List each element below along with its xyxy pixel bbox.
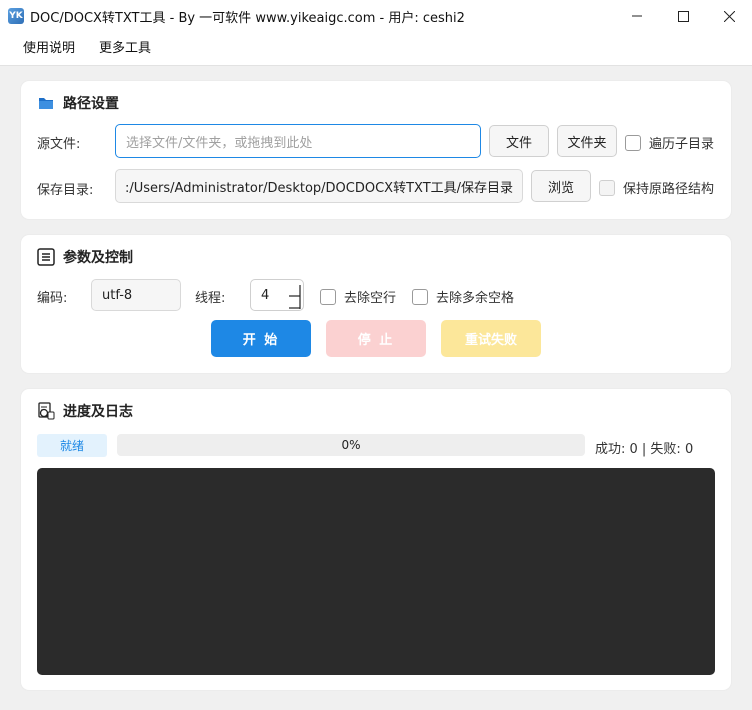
- path-settings-title-text: 路径设置: [63, 96, 119, 112]
- status-badge: 就绪: [37, 434, 107, 457]
- progress-title: 进度及日志: [37, 401, 133, 421]
- remove-extra-spaces-label: 去除多余空格: [436, 291, 515, 306]
- title-bar: YK DOC/DOCX转TXT工具 - By 一可软件 www.yikeaigc…: [0, 0, 752, 32]
- keep-structure-checkbox[interactable]: 保持原路径结构: [599, 178, 714, 197]
- menu-bar: 使用说明 更多工具: [0, 32, 752, 66]
- progress-text: 0%: [341, 438, 361, 452]
- browse-button[interactable]: 浏览: [531, 170, 591, 202]
- threads-spinbox[interactable]: 4: [250, 279, 304, 311]
- menu-item-more-tools[interactable]: 更多工具: [87, 32, 163, 66]
- log-panel[interactable]: [37, 468, 715, 675]
- path-settings-card: 路径设置 源文件: 选择文件/文件夹，或拖拽到此处 文件 文件夹 遍历子目录 保…: [21, 81, 731, 219]
- threads-label: 线程:: [195, 291, 226, 306]
- source-input[interactable]: 选择文件/文件夹，或拖拽到此处: [115, 124, 481, 158]
- params-title: 参数及控制: [37, 247, 133, 267]
- minimize-icon: [632, 15, 642, 17]
- recursive-checkbox-box: [625, 134, 641, 151]
- log-search-icon: [37, 402, 55, 420]
- remove-extra-spaces-checkbox[interactable]: 去除多余空格: [412, 287, 514, 306]
- recursive-checkbox-label: 遍历子目录: [649, 137, 715, 152]
- result-summary: 成功: 0 | 失败: 0: [595, 442, 694, 457]
- keep-structure-checkbox-label: 保持原路径结构: [623, 182, 715, 197]
- remove-extra-spaces-box: [412, 288, 428, 305]
- remove-blank-lines-checkbox[interactable]: 去除空行: [320, 287, 396, 306]
- close-button[interactable]: [706, 0, 752, 32]
- encoding-label: 编码:: [37, 291, 68, 306]
- minimize-button[interactable]: [614, 0, 660, 32]
- threads-value: 4: [261, 287, 270, 303]
- app-logo-icon: YK: [8, 8, 24, 24]
- start-button[interactable]: 开 始: [211, 320, 311, 357]
- encoding-input[interactable]: utf-8: [91, 279, 181, 311]
- folder-icon: [37, 94, 55, 112]
- close-icon: [723, 10, 735, 22]
- spinner-arrows-icon[interactable]: [287, 284, 301, 310]
- progress-title-text: 进度及日志: [63, 404, 133, 420]
- recursive-checkbox[interactable]: 遍历子目录: [625, 133, 714, 152]
- remove-blank-lines-box: [320, 288, 336, 305]
- maximize-button[interactable]: [660, 0, 706, 32]
- window-controls: [614, 0, 752, 32]
- list-icon: [37, 248, 55, 266]
- source-label: 源文件:: [37, 137, 81, 152]
- select-file-button[interactable]: 文件: [489, 125, 549, 157]
- retry-failed-button[interactable]: 重试失败: [441, 320, 541, 357]
- save-dir-input[interactable]: :/Users/Administrator/Desktop/DOCDOCX转TX…: [115, 169, 523, 203]
- keep-structure-checkbox-box: [599, 179, 615, 196]
- remove-blank-lines-label: 去除空行: [344, 291, 397, 306]
- menu-item-help[interactable]: 使用说明: [11, 32, 87, 66]
- progress-card: 进度及日志 就绪 0% 成功: 0 | 失败: 0: [21, 389, 731, 690]
- params-title-text: 参数及控制: [63, 250, 133, 266]
- maximize-icon: [677, 10, 689, 22]
- select-folder-button[interactable]: 文件夹: [557, 125, 617, 157]
- path-settings-title: 路径设置: [37, 93, 119, 113]
- save-dir-label: 保存目录:: [37, 183, 94, 198]
- params-card: 参数及控制 编码: utf-8 线程: 4 去除空行 去除多余空格 开 始 停 …: [21, 235, 731, 373]
- window-title: DOC/DOCX转TXT工具 - By 一可软件 www.yikeaigc.co…: [30, 10, 465, 26]
- stop-button[interactable]: 停 止: [326, 320, 426, 357]
- progress-bar: 0%: [117, 434, 585, 456]
